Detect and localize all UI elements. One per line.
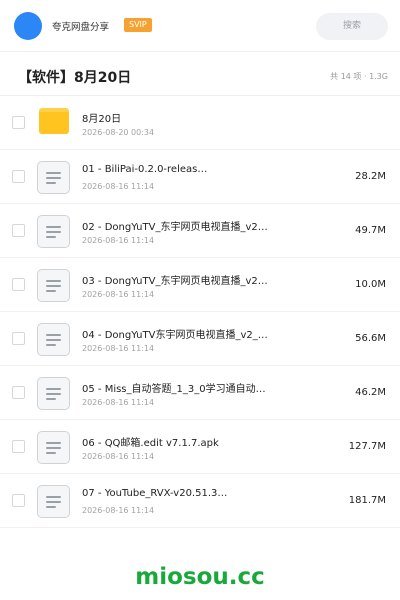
item-size: 181.7M — [348, 495, 386, 506]
item-date: 2026-08-16 11:14 — [82, 182, 155, 191]
svip-badge: SVIP — [124, 18, 152, 32]
document-icon — [37, 431, 70, 464]
page-title: 【软件】8月20日 — [18, 70, 132, 86]
file-list: 8月20日 2026-08-20 00:34 01 - BiliPai-0.2.… — [0, 96, 400, 528]
item-date: 2026-08-20 00:34 — [82, 128, 155, 137]
folder-title-bar: 【软件】8月20日 共 14 项 · 1.3G — [0, 52, 400, 96]
document-icon — [37, 215, 70, 248]
document-icon — [37, 323, 70, 356]
list-item[interactable]: 01 - BiliPai-0.2.0-releas… 2026-08-16 11… — [0, 150, 400, 204]
row-checkbox[interactable] — [12, 494, 25, 507]
folder-icon — [39, 108, 69, 134]
avatar[interactable] — [14, 12, 42, 40]
item-date: 2026-08-16 11:14 — [82, 506, 155, 515]
app-header: 夸克网盘分享 SVIP 搜索 — [0, 0, 400, 52]
item-size: 28.2M — [355, 171, 386, 182]
item-date: 2026-08-16 11:14 — [82, 452, 155, 461]
search-input[interactable]: 搜索 — [316, 13, 388, 40]
item-size: 46.2M — [355, 387, 386, 398]
brand-label: 夸克网盘分享 — [52, 22, 110, 33]
item-name: 06 - QQ邮箱.edit v7.1.7.apk — [82, 438, 219, 449]
row-checkbox[interactable] — [12, 278, 25, 291]
list-item[interactable]: 04 - DongYuTV东宇网页电视直播_v2_… 2026-08-16 11… — [0, 312, 400, 366]
list-item[interactable]: 07 - YouTube_RVX-v20.51.3… 2026-08-16 11… — [0, 474, 400, 528]
list-item[interactable]: 8月20日 2026-08-20 00:34 — [0, 96, 400, 150]
row-checkbox[interactable] — [12, 386, 25, 399]
document-icon — [37, 377, 70, 410]
item-size: 127.7M — [348, 441, 386, 452]
list-item[interactable]: 02 - DongYuTV_东宇网页电视直播_v2… 2026-08-16 11… — [0, 204, 400, 258]
folder-meta: 共 14 项 · 1.3G — [330, 72, 388, 81]
item-name: 8月20日 — [82, 114, 122, 125]
item-name: 02 - DongYuTV_东宇网页电视直播_v2… — [82, 222, 268, 233]
row-checkbox[interactable] — [12, 440, 25, 453]
watermark-text: miosou.cc — [135, 564, 265, 590]
item-name: 01 - BiliPai-0.2.0-releas… — [82, 164, 208, 175]
item-name: 03 - DongYuTV_东宇网页电视直播_v2… — [82, 276, 268, 287]
item-size: 49.7M — [355, 225, 386, 236]
document-icon — [37, 161, 70, 194]
list-item[interactable]: 06 - QQ邮箱.edit v7.1.7.apk 2026-08-16 11:… — [0, 420, 400, 474]
item-name: 05 - Miss_自动答题_1_3_0学习通自动… — [82, 384, 266, 395]
list-item[interactable]: 05 - Miss_自动答题_1_3_0学习通自动… 2026-08-16 11… — [0, 366, 400, 420]
item-size: 10.0M — [355, 279, 386, 290]
row-checkbox[interactable] — [12, 116, 25, 129]
item-date: 2026-08-16 11:14 — [82, 290, 155, 299]
row-checkbox[interactable] — [12, 170, 25, 183]
item-size: 56.6M — [355, 333, 386, 344]
item-name: 04 - DongYuTV东宇网页电视直播_v2_… — [82, 330, 268, 341]
item-date: 2026-08-16 11:14 — [82, 398, 155, 407]
document-icon — [37, 269, 70, 302]
item-date: 2026-08-16 11:14 — [82, 344, 155, 353]
row-checkbox[interactable] — [12, 224, 25, 237]
row-checkbox[interactable] — [12, 332, 25, 345]
item-name: 07 - YouTube_RVX-v20.51.3… — [82, 488, 228, 499]
document-icon — [37, 485, 70, 518]
list-item[interactable]: 03 - DongYuTV_东宇网页电视直播_v2… 2026-08-16 11… — [0, 258, 400, 312]
item-date: 2026-08-16 11:14 — [82, 236, 155, 245]
